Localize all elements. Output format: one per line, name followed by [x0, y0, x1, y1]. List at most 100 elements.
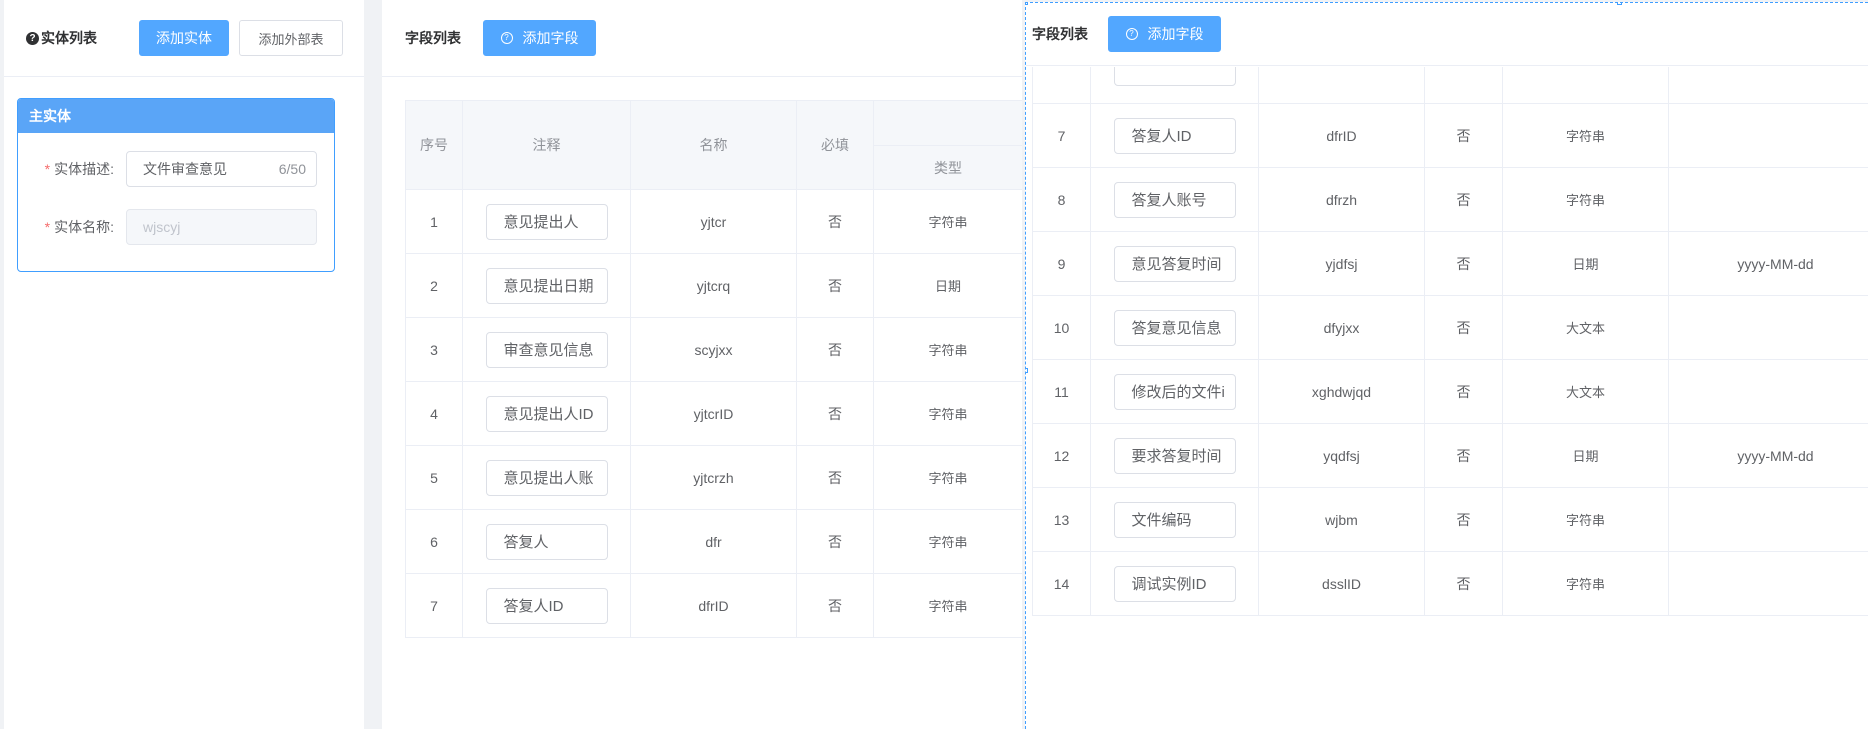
row-index: 2 [405, 253, 463, 318]
row-type: 大文本 [1502, 359, 1669, 424]
overlay-add-field-label: 添加字段 [1147, 26, 1204, 42]
row-index: 8 [1032, 167, 1091, 232]
comment-input[interactable]: 意见提出日期 [485, 267, 608, 304]
row-name: dfrID [1258, 103, 1425, 168]
table-row: 7 答复人ID dfrID 否字符串 [405, 573, 1022, 638]
row-index: 5 [405, 445, 463, 510]
comment-input[interactable]: 要求答复时间 [1113, 437, 1236, 474]
comment-input[interactable]: 审查意见信息 [485, 331, 608, 368]
help-circle-icon: ? [1125, 28, 1138, 40]
row-required: 否 [1424, 167, 1503, 232]
row-index: 11 [1032, 359, 1091, 424]
overlay-table-wrap: 7 答复人ID dfrID 否字符串 8 答复人账号 dfrzh 否字符串 9 意见答复时间 yjd… [1032, 67, 1868, 729]
comment-input[interactable]: 意见答复时间 [1113, 245, 1236, 282]
entity-desc-value: 文件审查意见 [143, 161, 227, 177]
row-required: 否 [1424, 423, 1503, 488]
col-index-header: 序号 [405, 100, 463, 190]
row-type: 字符串 [1502, 487, 1669, 552]
comment-input[interactable] [1113, 67, 1236, 86]
table-row: 11 修改后的文件i xghdwjqd 否大文本 [1032, 359, 1868, 424]
entity-desc-label: * 实体描述: [44, 161, 114, 177]
row-required: 否 [796, 573, 874, 638]
row-comment-cell: 答复人账号 [1090, 167, 1259, 232]
field-table-wrap: 序号 注释 名称 必填 类型 1 意见提出人 yjtcr 否字符串 2 意见提出日期 yjt… [405, 100, 1022, 729]
row-cell [1502, 67, 1669, 104]
resize-handle-top-left[interactable] [1026, 3, 1028, 5]
row-type: 字符串 [873, 445, 1022, 510]
row-name: yqdfsj [1258, 423, 1425, 488]
comment-input[interactable]: 答复人ID [485, 587, 608, 624]
entity-desc-count: 6/50 [278, 161, 306, 177]
overlay-field-table: 7 答复人ID dfrID 否字符串 8 答复人账号 dfrzh 否字符串 9 意见答复时间 yjd… [1032, 67, 1868, 616]
entity-desc-input[interactable]: 文件审查意见 6/50 [126, 151, 317, 187]
table-row: 14 调试实例ID dsslID 否字符串 [1032, 551, 1868, 616]
add-field-button[interactable]: ? 添加字段 [483, 20, 596, 56]
field-list-title: 字段列表 [405, 30, 461, 46]
row-comment-cell: 意见提出人ID [462, 381, 631, 446]
row-type: 字符串 [873, 189, 1022, 254]
table-row: 2 意见提出日期 yjtcrq 否日期 [405, 253, 1022, 318]
comment-input[interactable]: 意见提出人ID [485, 395, 608, 432]
row-comment-cell: 答复人ID [1090, 103, 1259, 168]
row-type: 字符串 [1502, 167, 1669, 232]
overlay-add-field-button[interactable]: ? 添加字段 [1108, 16, 1221, 52]
resize-handle-left[interactable] [1026, 368, 1028, 373]
row-name: dfrzh [1258, 167, 1425, 232]
row-index: 3 [405, 317, 463, 382]
table-row: 12 要求答复时间 yqdfsj 否日期 yyyy-MM-dd [1032, 423, 1868, 488]
table-row: 5 意见提出人账 yjtcrzh 否字符串 [405, 445, 1022, 510]
entity-name-input[interactable]: wjscyj [126, 209, 317, 245]
row-type: 字符串 [1502, 103, 1669, 168]
col-group-header [873, 100, 1022, 146]
comment-input[interactable]: 调试实例ID [1113, 565, 1236, 602]
table-row: 13 文件编码 wjbm 否字符串 [1032, 487, 1868, 552]
row-index: 13 [1032, 487, 1091, 552]
main-entity-card-title: 主实体 [18, 99, 334, 133]
question-circle-icon[interactable]: ? [26, 31, 39, 45]
comment-input[interactable]: 意见提出人 [485, 203, 608, 240]
comment-input[interactable]: 答复人账号 [1113, 181, 1236, 218]
comment-input[interactable]: 答复意见信息 [1113, 309, 1236, 346]
row-index: 4 [405, 381, 463, 446]
table-row: 10 答复意见信息 dfyjxx 否大文本 [1032, 295, 1868, 360]
entity-list-title: ? 实体列表 [26, 28, 136, 48]
row-name: yjtcrID [630, 381, 797, 446]
overlay-field-list-title: 字段列表 [1032, 26, 1088, 42]
table-row: 9 意见答复时间 yjdfsj 否日期 yyyy-MM-dd [1032, 231, 1868, 296]
field-table: 序号 注释 名称 必填 类型 1 意见提出人 yjtcr 否字符串 2 意见提出日期 yjt… [405, 100, 1022, 638]
row-cell [1424, 67, 1503, 104]
comment-input[interactable]: 答复人 [485, 523, 608, 560]
comment-input[interactable]: 文件编码 [1113, 501, 1236, 538]
row-comment-cell: 审查意见信息 [462, 317, 631, 382]
row-comment-cell: 要求答复时间 [1090, 423, 1259, 488]
add-entity-button[interactable]: 添加实体 [139, 20, 229, 56]
row-format [1668, 167, 1868, 232]
row-comment-cell: 意见答复时间 [1090, 231, 1259, 296]
main-entity-card: 主实体 * 实体描述: 文件审查意见 6/50 * 实体名称: wjscyj [17, 98, 335, 272]
row-required: 否 [796, 509, 874, 574]
row-required: 否 [796, 317, 874, 382]
row-comment-cell: 文件编码 [1090, 487, 1259, 552]
row-required: 否 [1424, 295, 1503, 360]
page: ? 实体列表 添加实体 添加外部表 主实体 * 实体描述: 文件审查意见 6/50… [0, 0, 1868, 729]
resize-handle-top[interactable] [1617, 3, 1622, 5]
row-format: yyyy-MM-dd [1668, 231, 1868, 296]
field-list-header: 字段列表 ? 添加字段 [382, 0, 1022, 77]
table-row: 3 审查意见信息 scyjxx 否字符串 [405, 317, 1022, 382]
add-external-table-button[interactable]: 添加外部表 [239, 20, 343, 56]
col-comment-header: 注释 [462, 100, 631, 190]
row-format: yyyy-MM-dd [1668, 423, 1868, 488]
row-required: 否 [796, 253, 874, 318]
field-list-overlay[interactable]: 字段列表 ? 添加字段 7 答复人ID dfrID 否字符串 8 答复人账号 dfrzh 否字… [1025, 2, 1868, 729]
comment-input[interactable]: 答复人ID [1113, 117, 1236, 154]
comment-input[interactable]: 修改后的文件i [1113, 373, 1236, 410]
row-name: scyjxx [630, 317, 797, 382]
entity-name-value: wjscyj [143, 219, 181, 235]
row-required: 否 [796, 189, 874, 254]
row-index: 6 [405, 509, 463, 574]
entity-panel: ? 实体列表 添加实体 添加外部表 主实体 * 实体描述: 文件审查意见 6/50… [4, 0, 364, 729]
row-type: 字符串 [873, 573, 1022, 638]
row-comment-cell: 调试实例ID [1090, 551, 1259, 616]
comment-input[interactable]: 意见提出人账 [485, 459, 608, 496]
table-row [1032, 67, 1868, 104]
